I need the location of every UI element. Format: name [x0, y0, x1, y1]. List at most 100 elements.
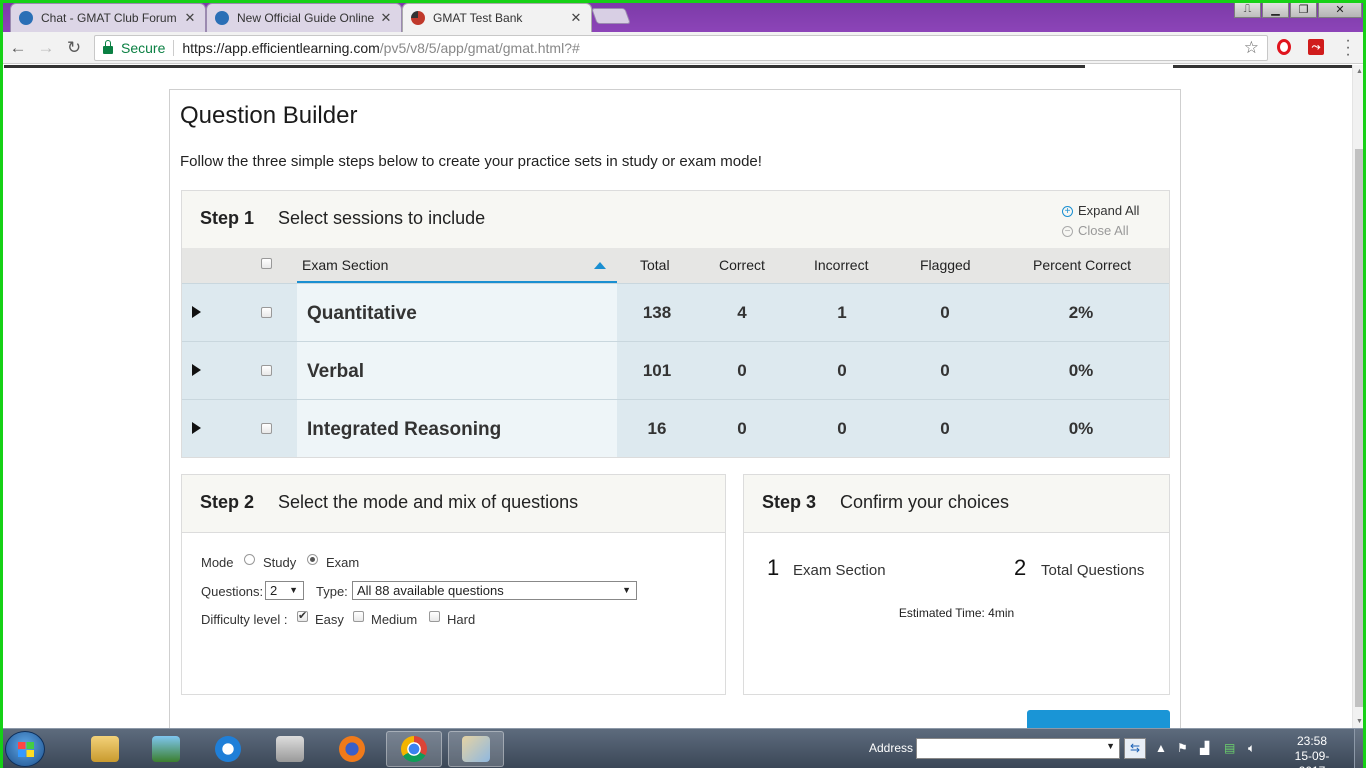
hard-label[interactable]: Hard: [447, 612, 475, 627]
sections-count: 1: [767, 555, 780, 580]
scroll-down-icon[interactable]: ▼: [1356, 718, 1363, 725]
dropdown-arrow-icon: ▼: [622, 585, 631, 595]
table-row[interactable]: Quantitative 138 4 1 0 2%: [182, 283, 1169, 341]
questions-label: Questions:: [201, 584, 264, 599]
start-button[interactable]: [5, 731, 45, 767]
tray-app-icon[interactable]: ▤: [1224, 741, 1235, 755]
internet-explorer-icon: [215, 736, 241, 762]
type-label: Type:: [316, 584, 348, 599]
forward-icon[interactable]: →: [36, 38, 56, 58]
page-scrollbar[interactable]: ▲ ▼: [1352, 65, 1366, 728]
close-tab-icon[interactable]: ✕: [377, 10, 395, 26]
easy-label[interactable]: Easy: [315, 612, 344, 627]
scroll-thumb[interactable]: [1355, 149, 1365, 707]
type-select[interactable]: All 88 available questions ▼: [352, 581, 637, 600]
cell-incorrect: 0: [837, 361, 847, 380]
sort-ascending-icon[interactable]: [594, 262, 606, 269]
cell-correct: 0: [737, 361, 747, 380]
tab-gmat-club-chat[interactable]: Chat - GMAT Club Forum ✕: [10, 3, 206, 32]
medium-label[interactable]: Medium: [371, 612, 417, 627]
address-go-icon[interactable]: ⇆: [1124, 738, 1146, 759]
volume-icon[interactable]: 🔈︎: [1248, 741, 1255, 756]
step2-header: Step 2 Select the mode and mix of questi…: [182, 475, 725, 532]
pdf-extension-icon[interactable]: ⤳: [1308, 39, 1324, 55]
network-signal-icon[interactable]: ▟: [1200, 741, 1209, 755]
paint-taskbar-button[interactable]: [448, 731, 504, 767]
table-row[interactable]: Verbal 101 0 0 0 0%: [182, 341, 1169, 399]
expand-row-icon[interactable]: [192, 364, 201, 376]
cell-flagged: 0: [940, 361, 950, 380]
table-row[interactable]: Integrated Reasoning 16 0 0 0 0%: [182, 399, 1169, 457]
ie-taskbar-button[interactable]: [200, 731, 256, 767]
questions-select[interactable]: 2 ▼: [265, 581, 304, 600]
column-incorrect[interactable]: Incorrect: [814, 257, 868, 273]
close-all-link[interactable]: − Close All: [1062, 221, 1139, 241]
page-intro: Follow the three simple steps below to c…: [180, 153, 762, 170]
cell-percent: 0%: [1068, 419, 1094, 438]
column-percent-correct[interactable]: Percent Correct: [1033, 257, 1131, 273]
firefox-taskbar-button[interactable]: [324, 731, 380, 767]
page-viewport: Question Builder Follow the three simple…: [0, 65, 1366, 728]
column-exam-section[interactable]: Exam Section: [302, 257, 388, 273]
plus-circle-icon: +: [1062, 206, 1073, 217]
mode-study-radio[interactable]: [244, 554, 255, 565]
tab-official-guide[interactable]: New Official Guide Online ✕: [206, 3, 402, 32]
column-total[interactable]: Total: [640, 257, 670, 273]
section-name: Quantitative: [307, 303, 417, 324]
mode-exam-radio[interactable]: [307, 554, 318, 565]
questions-value: 2: [270, 583, 278, 598]
expand-row-icon[interactable]: [192, 306, 201, 318]
show-desktop-button[interactable]: [1354, 729, 1366, 768]
address-bar[interactable]: Secure https://app.efficientlearning.com…: [94, 35, 1268, 61]
divider: [173, 40, 175, 56]
reload-icon[interactable]: ↻: [64, 38, 84, 58]
tab-title: GMAT Test Bank: [433, 11, 523, 25]
hard-checkbox[interactable]: [429, 611, 440, 622]
opera-extension-icon[interactable]: [1277, 39, 1291, 55]
maximize-button[interactable]: ❐: [1290, 0, 1317, 18]
lock-icon: [103, 39, 113, 54]
cell-percent: 0%: [1068, 361, 1094, 380]
scroll-up-icon[interactable]: ▲: [1356, 68, 1363, 75]
browser-menu-icon[interactable]: · · ·: [1343, 33, 1353, 63]
column-correct[interactable]: Correct: [719, 257, 765, 273]
expand-all-label: Expand All: [1078, 203, 1140, 218]
row-checkbox[interactable]: [261, 307, 272, 318]
medium-checkbox[interactable]: [353, 611, 364, 622]
photos-taskbar-button[interactable]: [138, 731, 194, 767]
picture-icon: [152, 736, 180, 762]
address-toolbar-input[interactable]: ▼: [916, 738, 1120, 759]
action-center-flag-icon[interactable]: ⚑: [1177, 741, 1188, 755]
system-clock[interactable]: 23:58 15-09-2017: [1282, 734, 1342, 768]
cell-incorrect: 1: [837, 303, 847, 322]
chrome-taskbar-button[interactable]: [386, 731, 442, 767]
tab-gmat-test-bank[interactable]: GMAT Test Bank ✕: [402, 3, 592, 32]
expand-links: + Expand All − Close All: [1062, 201, 1139, 241]
row-checkbox[interactable]: [261, 365, 272, 376]
column-flagged[interactable]: Flagged: [920, 257, 971, 273]
minimize-button[interactable]: ▁: [1262, 0, 1289, 18]
cell-correct: 4: [737, 303, 747, 322]
select-all-checkbox[interactable]: [261, 258, 272, 269]
expand-row-icon[interactable]: [192, 422, 201, 434]
mode-exam-label[interactable]: Exam: [326, 555, 359, 570]
bookmark-star-icon[interactable]: ☆: [1244, 38, 1259, 58]
close-tab-icon[interactable]: ✕: [181, 10, 199, 26]
expand-all-link[interactable]: + Expand All: [1062, 201, 1139, 221]
back-icon[interactable]: ←: [8, 38, 28, 58]
start-button[interactable]: [1027, 710, 1170, 728]
explorer-taskbar-button[interactable]: [77, 731, 133, 767]
security-taskbar-button[interactable]: [262, 731, 318, 767]
row-checkbox[interactable]: [261, 423, 272, 434]
test-bank-favicon-icon: [411, 11, 425, 25]
show-hidden-icons-icon[interactable]: ▲: [1155, 741, 1167, 755]
url-path: /pv5/v8/5/app/gmat/gmat.html?#: [379, 40, 580, 56]
close-tab-icon[interactable]: ✕: [567, 10, 585, 26]
user-icon[interactable]: ⎍: [1234, 0, 1261, 18]
new-tab-button[interactable]: [591, 8, 631, 24]
window-controls: ⎍ ▁ ❐ ✕: [1233, 0, 1362, 18]
easy-checkbox[interactable]: [297, 609, 308, 622]
close-window-button[interactable]: ✕: [1318, 0, 1362, 18]
mode-study-label[interactable]: Study: [263, 555, 296, 570]
step1-title: Select sessions to include: [278, 208, 486, 228]
